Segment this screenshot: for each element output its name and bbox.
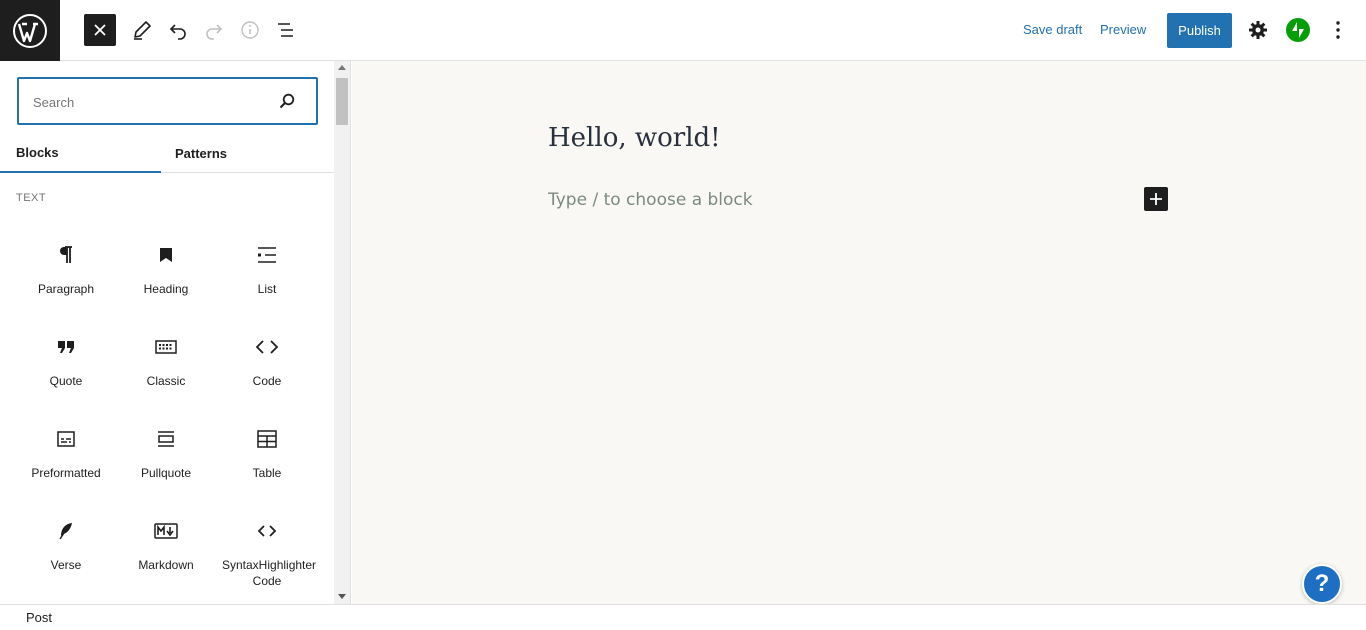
block-label: Paragraph xyxy=(37,282,95,296)
plus-icon xyxy=(1150,193,1162,205)
editor-header: Save draft Preview Publish xyxy=(0,0,1366,61)
undo-button[interactable] xyxy=(162,14,194,46)
quote-icon xyxy=(54,335,78,359)
scroll-up-arrow-icon[interactable] xyxy=(338,65,346,70)
redo-icon xyxy=(206,24,223,40)
block-table[interactable]: Table xyxy=(217,419,317,503)
sidebar-scrollbar[interactable] xyxy=(334,61,351,604)
block-label: Preformatted xyxy=(31,466,101,480)
list-view-button[interactable] xyxy=(270,14,302,46)
block-label: Markdown xyxy=(138,558,194,572)
preview-button[interactable]: Preview xyxy=(1100,22,1146,37)
add-block-button[interactable] xyxy=(1144,187,1168,211)
tools-button[interactable] xyxy=(126,14,158,46)
block-preformatted[interactable]: Preformatted xyxy=(16,419,116,503)
block-search xyxy=(17,77,318,125)
list-view-icon xyxy=(278,23,293,37)
close-inserter-button[interactable] xyxy=(84,14,116,46)
search-input[interactable] xyxy=(33,92,263,112)
block-label: Pullquote xyxy=(140,466,192,480)
inserter-tabs: Blocks Patterns xyxy=(0,133,334,173)
table-icon xyxy=(255,427,279,451)
gear-icon xyxy=(1249,21,1267,39)
block-classic[interactable]: Classic xyxy=(116,327,216,411)
editor-footer: Post xyxy=(0,604,1366,630)
block-quote[interactable]: Quote xyxy=(16,327,116,411)
scroll-down-arrow-icon[interactable] xyxy=(338,594,346,599)
block-label: Verse xyxy=(50,558,82,572)
details-button[interactable] xyxy=(234,14,266,46)
post-title[interactable]: Hello, world! xyxy=(548,123,721,153)
help-button[interactable]: ? xyxy=(1302,564,1342,604)
redo-button[interactable] xyxy=(198,14,230,46)
publish-button[interactable]: Publish xyxy=(1167,13,1232,48)
block-paragraph[interactable]: Paragraph xyxy=(16,235,116,319)
block-appender-placeholder[interactable]: Type / to choose a block xyxy=(548,190,753,210)
scrollbar-thumb[interactable] xyxy=(336,78,348,125)
block-code[interactable]: Code xyxy=(217,327,317,411)
preformatted-icon xyxy=(54,427,78,451)
tab-patterns[interactable]: Patterns xyxy=(161,133,241,173)
more-vertical-icon xyxy=(1336,21,1340,39)
jetpack-button[interactable] xyxy=(1282,14,1314,46)
settings-button[interactable] xyxy=(1242,14,1274,46)
save-draft-button[interactable]: Save draft xyxy=(1023,22,1082,37)
block-label: Quote xyxy=(49,374,83,388)
pencil-icon xyxy=(134,21,151,40)
block-pullquote[interactable]: Pullquote xyxy=(116,419,216,503)
tab-blocks[interactable]: Blocks xyxy=(0,133,161,173)
info-icon xyxy=(241,21,259,39)
block-list[interactable]: List xyxy=(217,235,317,319)
search-icon xyxy=(277,91,297,111)
block-syntaxhighlighter-code[interactable]: SyntaxHighlighter Code xyxy=(217,511,317,595)
keyboard-icon xyxy=(154,335,178,359)
block-heading[interactable]: Heading xyxy=(116,235,216,319)
list-icon xyxy=(255,243,279,267)
block-label: List xyxy=(257,282,277,296)
editor-canvas: Hello, world! Type / to choose a block ? xyxy=(352,61,1366,604)
close-icon xyxy=(94,24,106,36)
block-label: Classic xyxy=(146,374,186,388)
options-button[interactable] xyxy=(1322,14,1354,46)
block-label: Code xyxy=(252,374,282,388)
breadcrumb[interactable]: Post xyxy=(26,610,52,625)
paragraph-icon xyxy=(54,243,78,267)
wordpress-logo-icon[interactable] xyxy=(0,0,60,61)
code-icon xyxy=(255,335,279,359)
category-heading: TEXT xyxy=(16,192,47,204)
verse-icon xyxy=(54,519,78,543)
heading-icon xyxy=(154,243,178,267)
block-label: Table xyxy=(252,466,282,480)
block-verse[interactable]: Verse xyxy=(16,511,116,595)
block-label: Heading xyxy=(143,282,189,296)
pullquote-icon xyxy=(154,427,178,451)
code-icon xyxy=(255,519,279,543)
block-inserter-panel: Blocks Patterns TEXT Paragraph Heading L… xyxy=(0,61,334,604)
markdown-icon xyxy=(154,519,178,543)
block-markdown[interactable]: Markdown xyxy=(116,511,216,595)
block-label: SyntaxHighlighter Code xyxy=(222,558,317,588)
undo-icon xyxy=(169,24,186,40)
jetpack-icon xyxy=(1286,18,1310,42)
